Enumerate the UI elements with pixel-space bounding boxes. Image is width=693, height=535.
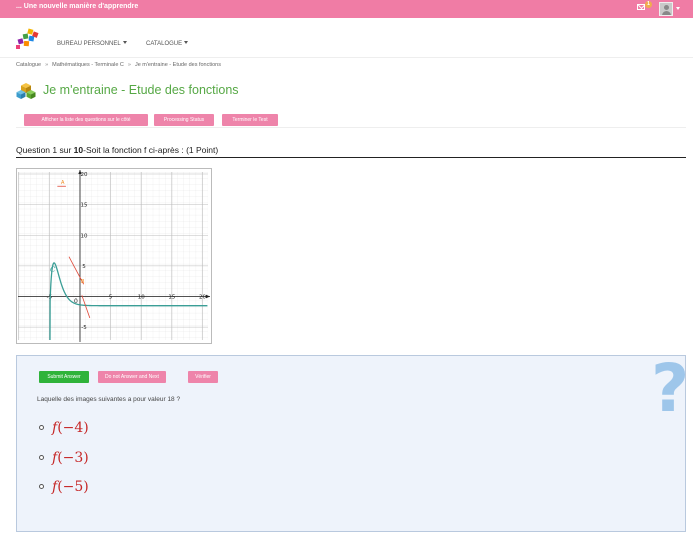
breadcrumb-item: Je m'entraine - Etude des fonctions [134,62,221,68]
nav-label: CATALOGUE [146,41,183,47]
nav-label: BUREAU PERSONNEL [57,41,121,47]
question-total: 10 [73,145,84,155]
skip-question-button[interactable]: Do not Answer and Next [98,371,166,383]
notification-badge: 1 [645,1,652,8]
top-bar: ... Une nouvelle manière d'apprendre 1 [0,0,693,18]
verify-button[interactable]: Vérifier [188,371,218,383]
tick-label: 20 [199,295,206,301]
tick-label: 10 [138,295,145,301]
graph-canvas: -5 5 10 15 202015105-5 0 C A B [18,170,210,342]
option-label[interactable]: f(−3) [52,450,89,466]
user-menu-caret-icon[interactable] [676,7,680,10]
breadcrumb-separator: » [45,62,49,68]
question-prefix: Question 1 sur [16,145,74,155]
breadcrumb-item[interactable]: Mathématiques - Terminale C [52,62,124,68]
tick-label: -5 [81,325,87,331]
question-prompt: Laquelle des images suivantes a pour val… [37,396,181,403]
tick-label: 20 [81,172,88,178]
tick-label: 5 [82,264,86,270]
point-a-label: A [61,180,65,186]
show-questions-button[interactable]: Afficher la liste des questions sur le c… [24,114,148,126]
chevron-down-icon [122,41,127,44]
breadcrumb-separator: » [127,62,131,68]
finish-test-button[interactable]: Terminer le Test [222,114,278,126]
page-title: Je m'entraine - Etude des fonctions [43,83,239,97]
brand-tagline: ... Une nouvelle manière d'apprendre [16,3,139,10]
question-mark-icon: ? [651,350,690,427]
main-navbar: BUREAU PERSONNEL CATALOGUE [0,18,693,58]
curve-label: C [50,266,56,274]
question-header: Question 1 sur 10-Soit la fonction f ci-… [16,145,686,158]
function-argument: (−5) [57,479,89,495]
function-graph: -5 5 10 15 20 20 15 10 5 -5 0 C A B [16,168,212,344]
submit-answer-button[interactable]: Submit Answer [39,371,89,383]
nav-bureau-personnel[interactable]: BUREAU PERSONNEL [57,41,127,47]
envelope-icon[interactable] [637,4,645,10]
option-label[interactable]: f(−4) [52,420,89,436]
point-b-label: B [81,279,85,285]
tick-label: 15 [168,295,175,301]
tick-label: 5 [109,295,113,301]
processing-status-button[interactable]: Processing Status [154,114,214,126]
answer-panel: Submit Answer Do not Answer and Next Vér… [16,350,689,532]
chevron-down-icon [184,41,189,44]
graph-grid [18,172,208,340]
radio-button[interactable] [39,455,44,460]
breadcrumb: Catalogue» Mathématiques - Terminale C» Je… [16,62,221,68]
nav-catalogue[interactable]: CATALOGUE [146,41,189,47]
question-text: -Soit la fonction f ci-après : (1 Point) [83,145,219,155]
radio-button[interactable] [39,484,44,489]
option-label[interactable]: f(−5) [52,479,89,495]
function-argument: (−4) [57,420,89,436]
test-toolbar: Afficher la liste des questions sur le c… [16,110,686,128]
site-logo[interactable] [16,28,40,50]
breadcrumb-item[interactable]: Catalogue [16,62,41,68]
tick-label: 10 [81,233,88,239]
tick-label: 15 [81,203,88,209]
user-avatar-icon[interactable] [659,2,673,16]
cubes-icon [16,83,36,99]
function-argument: (−3) [57,450,89,466]
radio-button[interactable] [39,425,44,430]
